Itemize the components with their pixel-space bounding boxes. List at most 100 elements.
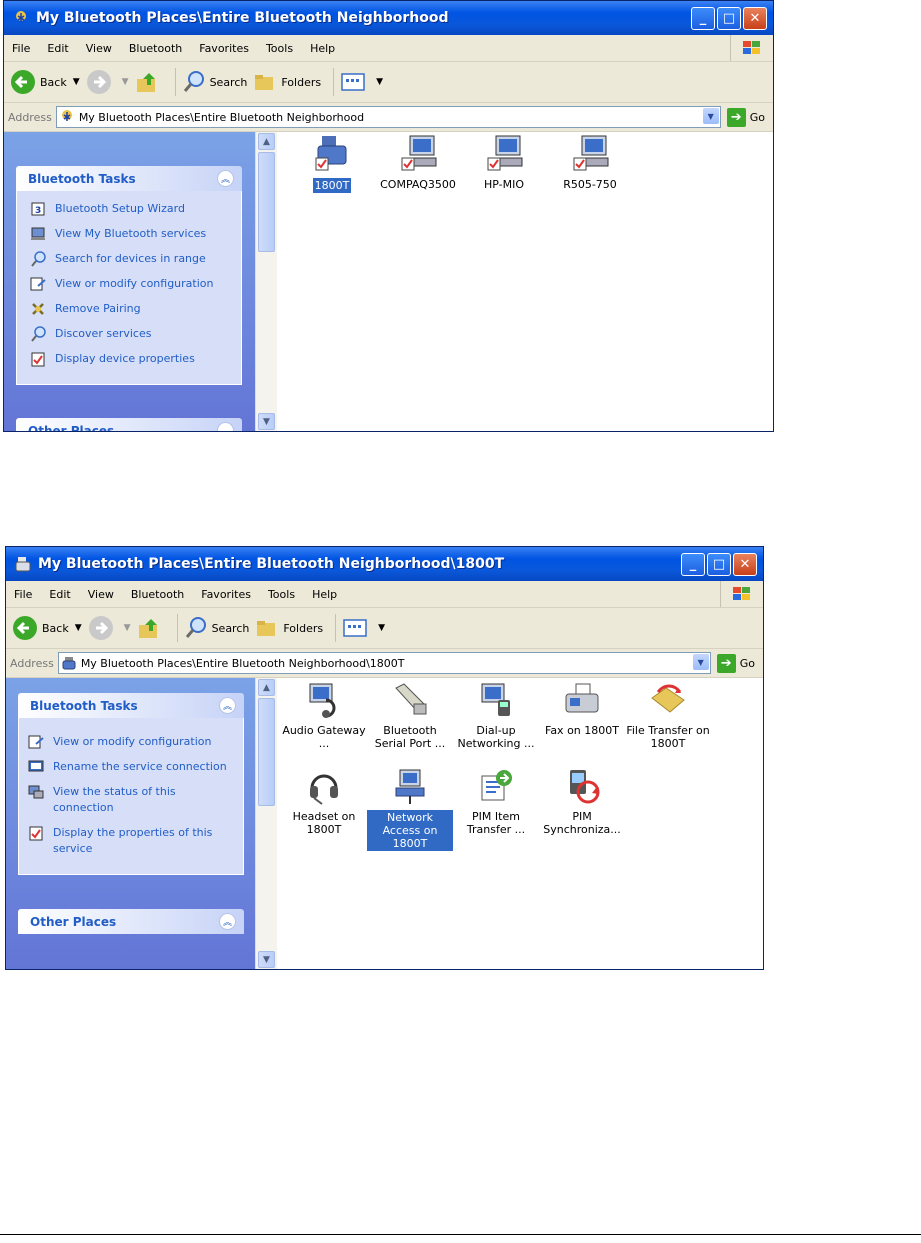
menu-help[interactable]: Help <box>312 588 337 601</box>
bluetooth-device-icon <box>14 555 32 573</box>
service-item[interactable]: PIM Synchroniza... <box>539 766 625 836</box>
menu-favorites[interactable]: Favorites <box>201 588 251 601</box>
forward-button[interactable]: ▼ <box>88 615 131 641</box>
title-bar[interactable]: My Bluetooth Places\Entire Bluetooth Nei… <box>4 1 773 35</box>
views-button[interactable]: ▼ <box>342 617 385 639</box>
fax-icon <box>562 680 602 720</box>
svg-text:3: 3 <box>35 206 41 216</box>
device-item[interactable]: HP-MIO <box>461 134 547 191</box>
title-bar[interactable]: My Bluetooth Places\Entire Bluetooth Nei… <box>6 547 763 581</box>
task-search-devices[interactable]: Search for devices in range <box>29 251 233 267</box>
address-dropdown-icon[interactable]: ▼ <box>702 108 719 124</box>
collapse-icon[interactable]: ︽ <box>217 422 234 431</box>
maximize-button[interactable]: □ <box>707 553 731 576</box>
task-service-properties[interactable]: Display the properties of this service <box>27 825 235 857</box>
properties-icon <box>27 825 45 841</box>
folders-button[interactable]: Folders <box>255 617 323 639</box>
task-setup-wizard[interactable]: 3 Bluetooth Setup Wizard <box>29 201 233 217</box>
collapse-icon[interactable]: ︽ <box>219 697 236 714</box>
service-item[interactable]: File Transfer on 1800T <box>625 680 711 750</box>
back-arrow-icon <box>11 70 35 94</box>
address-field[interactable]: My Bluetooth Places\Entire Bluetooth Nei… <box>57 652 711 674</box>
back-button[interactable]: Back ▼ <box>10 69 80 95</box>
bluetooth-tasks-header[interactable]: Bluetooth Tasks ︽ <box>16 166 242 191</box>
bluetooth-tasks-header[interactable]: Bluetooth Tasks ︽ <box>18 693 244 718</box>
go-button[interactable]: ➔ Go <box>716 653 755 673</box>
scroll-down-icon[interactable]: ▼ <box>258 951 275 968</box>
service-item[interactable]: Fax on 1800T <box>539 680 625 737</box>
task-rename-connection[interactable]: Rename the service connection <box>27 759 235 775</box>
minimize-button[interactable]: _ <box>681 553 705 576</box>
dialup-icon <box>476 680 516 720</box>
scroll-thumb[interactable] <box>258 152 275 252</box>
close-button[interactable]: ✕ <box>733 553 757 576</box>
menu-tools[interactable]: Tools <box>266 42 293 55</box>
up-folder-button[interactable] <box>137 616 165 640</box>
menu-help[interactable]: Help <box>310 42 335 55</box>
configuration-icon <box>29 276 47 292</box>
device-item[interactable]: R505-750 <box>547 134 633 191</box>
scroll-thumb[interactable] <box>258 698 275 806</box>
service-label: Bluetooth Serial Port ... <box>374 724 446 750</box>
task-modify-config[interactable]: View or modify configuration <box>27 734 235 750</box>
views-button[interactable]: ▼ <box>340 71 383 93</box>
task-discover-services[interactable]: Discover services <box>29 326 233 342</box>
menu-tools[interactable]: Tools <box>268 588 295 601</box>
up-folder-icon <box>138 619 157 638</box>
task-remove-pairing[interactable]: Remove Pairing <box>29 301 233 317</box>
search-button[interactable]: Search <box>184 616 249 640</box>
other-places-header[interactable]: Other Places ︽ <box>18 909 244 934</box>
task-view-services[interactable]: View My Bluetooth services <box>29 226 233 242</box>
menu-bluetooth[interactable]: Bluetooth <box>131 588 184 601</box>
minimize-button[interactable]: _ <box>691 7 715 30</box>
task-view-status[interactable]: View the status of this connection <box>27 784 235 816</box>
toolbar: Back ▼ ▼ Search Folders ▼ <box>6 608 763 649</box>
collapse-icon[interactable]: ︽ <box>219 913 236 930</box>
close-button[interactable]: ✕ <box>743 7 767 30</box>
forward-button[interactable]: ▼ <box>86 69 129 95</box>
windows-logo-icon <box>730 35 773 61</box>
menu-edit[interactable]: Edit <box>47 42 68 55</box>
up-folder-button[interactable] <box>135 70 163 94</box>
device-item[interactable]: 1800T <box>289 134 375 193</box>
forward-arrow-icon <box>88 616 113 640</box>
service-label: Network Access on 1800T <box>367 810 453 851</box>
service-label: File Transfer on 1800T <box>626 724 710 750</box>
other-places-header[interactable]: Other Places ︽ <box>16 418 242 432</box>
menu-favorites[interactable]: Favorites <box>199 42 249 55</box>
menu-bluetooth[interactable]: Bluetooth <box>129 42 182 55</box>
service-item[interactable]: Bluetooth Serial Port ... <box>367 680 453 750</box>
device-item[interactable]: COMPAQ3500 <box>375 134 461 191</box>
bluetooth-device-icon <box>62 657 76 670</box>
task-modify-config[interactable]: View or modify configuration <box>29 276 233 292</box>
back-button[interactable]: Back ▼ <box>12 615 82 641</box>
service-item[interactable]: Audio Gateway ... <box>281 680 367 750</box>
service-label: Fax on 1800T <box>545 724 619 737</box>
window-title: My Bluetooth Places\Entire Bluetooth Nei… <box>36 10 449 26</box>
address-field[interactable]: My Bluetooth Places\Entire Bluetooth Nei… <box>55 106 721 128</box>
file-transfer-icon <box>648 680 688 720</box>
vertical-scrollbar[interactable]: ▲ ▼ <box>255 132 277 431</box>
vertical-scrollbar[interactable]: ▲ ▼ <box>255 678 277 969</box>
menu-file[interactable]: File <box>14 588 32 601</box>
go-button[interactable]: ➔ Go <box>726 107 765 127</box>
menu-view[interactable]: View <box>88 588 114 601</box>
scroll-up-icon[interactable]: ▲ <box>258 679 275 696</box>
scroll-up-icon[interactable]: ▲ <box>258 133 275 150</box>
address-dropdown-icon[interactable]: ▼ <box>692 654 709 670</box>
maximize-button[interactable]: □ <box>717 7 741 30</box>
service-item[interactable]: Network Access on 1800T <box>367 766 453 851</box>
folders-button[interactable]: Folders <box>253 71 321 93</box>
collapse-icon[interactable]: ︽ <box>217 170 234 187</box>
service-item[interactable]: Dial-up Networking ... <box>453 680 539 750</box>
menu-edit[interactable]: Edit <box>49 588 70 601</box>
menu-view[interactable]: View <box>86 42 112 55</box>
scroll-down-icon[interactable]: ▼ <box>258 413 275 430</box>
menu-file[interactable]: File <box>12 42 30 55</box>
service-item[interactable]: PIM Item Transfer ... <box>453 766 539 836</box>
search-icon <box>29 251 47 267</box>
service-item[interactable]: Headset on 1800T <box>281 766 367 836</box>
panel-title: Other Places <box>28 423 115 432</box>
search-button[interactable]: Search <box>182 70 247 94</box>
task-device-properties[interactable]: Display device properties <box>29 351 233 367</box>
